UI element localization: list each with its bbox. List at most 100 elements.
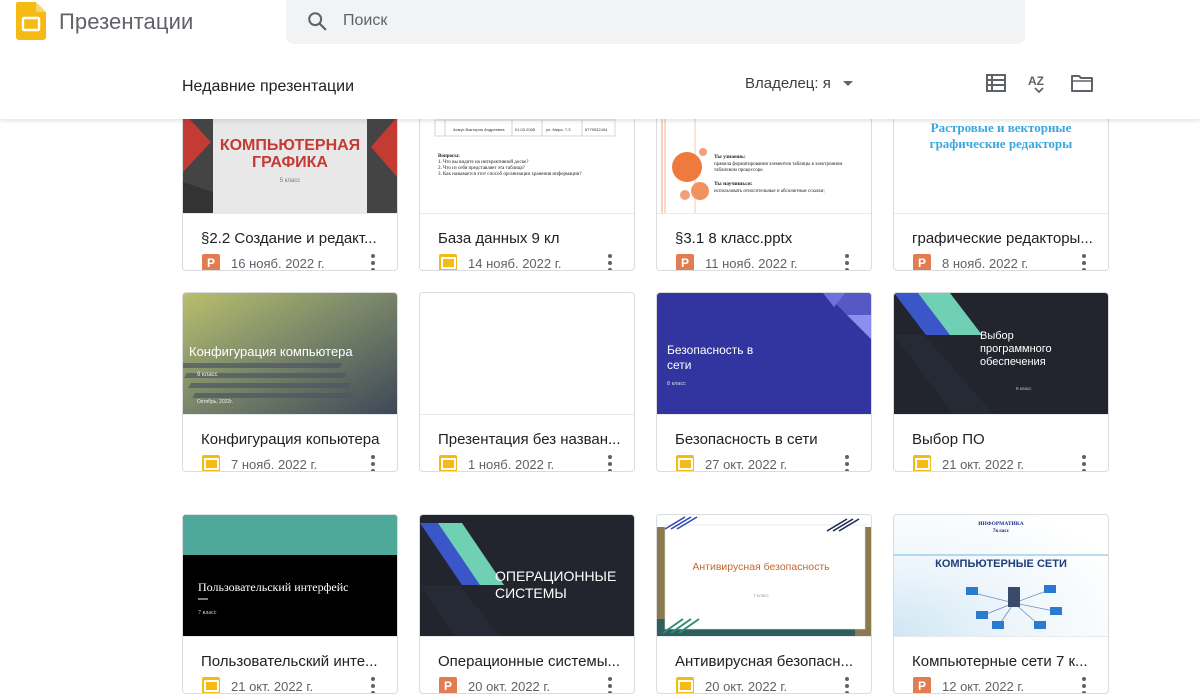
thumb-subtitle: 7 класс	[198, 610, 217, 616]
more-options-button[interactable]	[601, 453, 619, 471]
sort-icon-label: AZ	[1028, 74, 1044, 88]
sort-button[interactable]: AZ	[1026, 70, 1052, 96]
open-folder-button[interactable]	[1069, 70, 1095, 96]
toolbar: Недавние презентации Владелец: я AZ	[0, 44, 1200, 119]
thumb-subtitle: 9 класс	[1016, 386, 1032, 391]
app-title: Презентации	[59, 9, 194, 34]
thumb-text: Растровые и векторные	[931, 120, 1072, 135]
file-date: 20 окт. 2022 г.	[468, 678, 551, 694]
more-options-button[interactable]	[1075, 675, 1093, 693]
file-thumbnail: ОПЕРАЦИОННЫЕ СИСТЕМЫ	[420, 515, 634, 637]
thumb-date: Октябрь, 2022г.	[197, 399, 233, 405]
file-thumbnail: Конфигурация компьютера 9 класс Октябрь,…	[183, 293, 397, 415]
file-date: 16 нояб. 2022 г.	[231, 255, 325, 271]
slides-logo-icon[interactable]	[16, 2, 46, 40]
file-thumbnail: Безопасность в сети 8 класс	[657, 293, 871, 415]
file-name: Конфигурация копьютера	[201, 431, 380, 448]
section-title: Недавние презентации	[182, 78, 355, 95]
more-options-button[interactable]	[601, 675, 619, 693]
thumb-text: 3. Как называется этот способ организаци…	[438, 172, 582, 177]
file-name: графические редакторы...	[912, 230, 1093, 247]
file-card[interactable]: Антивирусная безопасность 7 класс Антиви…	[656, 514, 872, 694]
folder-icon	[1071, 75, 1093, 92]
pptx-file-icon: P	[676, 254, 694, 270]
more-options-button[interactable]	[1075, 252, 1093, 270]
file-date: 12 окт. 2022 г.	[942, 678, 1025, 694]
more-options-button[interactable]	[838, 675, 856, 693]
thumb-cell: ул. Мира, 7-3	[546, 127, 571, 132]
file-name: Антивирусная безопасн...	[675, 653, 854, 670]
file-card[interactable]: Безопасность в сети 8 класс Безопасность…	[656, 292, 872, 472]
thumb-subtitle: 9 класс	[197, 372, 218, 378]
search-input[interactable]	[343, 8, 943, 34]
pptx-file-icon: P	[913, 677, 931, 693]
file-date: 14 нояб. 2022 г.	[468, 255, 562, 271]
file-date: 8 нояб. 2022 г.	[942, 255, 1029, 271]
pptx-file-icon: P	[913, 254, 931, 270]
slides-file-icon	[676, 455, 694, 471]
thumb-subtitle: 7 класс	[753, 593, 769, 598]
file-date: 7 нояб. 2022 г.	[231, 456, 318, 472]
file-card[interactable]: ОПЕРАЦИОННЫЕ СИСТЕМЫ Операционные систем…	[419, 514, 635, 694]
file-meta: 20 окт. 2022 г.	[676, 677, 787, 693]
thumb-cell: Асмус Виктория Андреевна	[453, 127, 505, 132]
more-options-button[interactable]	[1075, 453, 1093, 471]
pptx-file-icon: P	[202, 254, 220, 270]
slides-file-icon	[202, 455, 220, 471]
slides-file-icon	[439, 254, 457, 270]
thumb-text: графические редакторы	[930, 136, 1073, 151]
thumb-text: 1. Что вы видите на интерактивной доске?	[438, 160, 529, 165]
thumb-text: ОПЕРАЦИОННЫЕ	[495, 568, 616, 584]
file-name: База данных 9 кл	[438, 230, 560, 247]
file-card[interactable]: Пользовательский интерфейс 7 класс Польз…	[182, 514, 398, 694]
list-view-icon	[986, 74, 1006, 92]
thumb-text: Вопросы:	[438, 154, 460, 159]
top-bar: Презентации	[0, 0, 1200, 44]
thumb-text: программного	[980, 343, 1052, 355]
file-meta: P 12 окт. 2022 г.	[913, 677, 1025, 694]
file-meta: 7 нояб. 2022 г.	[202, 455, 318, 472]
file-meta: P 20 окт. 2022 г.	[439, 677, 551, 694]
file-meta: 1 нояб. 2022 г.	[439, 455, 554, 471]
file-card[interactable]: Конфигурация компьютера 9 класс Октябрь,…	[182, 292, 398, 472]
thumb-text: правила форматирования элементов таблицы…	[714, 162, 843, 167]
thumb-text: табличном процессоре.	[714, 168, 764, 173]
thumb-text: СИСТЕМЫ	[495, 585, 567, 601]
thumb-subtitle: 5 класс	[280, 178, 301, 184]
file-card[interactable]: Выбор программного обеспечения 9 класс В…	[893, 292, 1109, 472]
more-options-button[interactable]	[364, 453, 382, 471]
more-options-button[interactable]	[364, 675, 382, 693]
file-card[interactable]: Презентация без назван... 1 нояб. 2022 г…	[419, 292, 635, 472]
owner-filter-dropdown[interactable]: Владелец: я	[745, 75, 853, 92]
more-options-button[interactable]	[601, 252, 619, 270]
thumb-cell: 01.03.2005	[515, 127, 536, 132]
caret-down-icon	[842, 81, 853, 86]
slides-file-icon	[202, 677, 220, 693]
file-thumbnail: Антивирусная безопасность 7 класс	[657, 515, 871, 637]
file-meta: P 11 нояб. 2022 г.	[676, 254, 798, 270]
file-meta: 14 нояб. 2022 г.	[439, 254, 562, 271]
file-card[interactable]: ИНФОРМАТИКА 7класс КОМПЬЮТЕРНЫЕ СЕТИ Ком…	[893, 514, 1109, 694]
file-date: 21 окт. 2022 г.	[231, 678, 314, 694]
slides-file-icon	[439, 455, 457, 471]
file-meta: 27 окт. 2022 г.	[676, 455, 787, 471]
pptx-file-icon: P	[439, 677, 457, 693]
more-options-button[interactable]	[838, 252, 856, 270]
owner-filter-label: Владелец: я	[745, 75, 831, 92]
search-icon[interactable]	[306, 10, 328, 32]
slides-file-icon	[676, 677, 694, 693]
file-thumbnail	[420, 293, 634, 415]
more-options-button[interactable]	[838, 453, 856, 471]
thumb-title: КОМПЬЮТЕРНЫЕ СЕТИ	[935, 558, 1067, 570]
thumb-cell: 8779532434	[585, 127, 608, 132]
thumb-text: Ты научишься:	[714, 181, 753, 187]
file-name: §2.2 Создание и редакт...	[201, 230, 377, 247]
list-view-button[interactable]	[983, 70, 1009, 96]
file-name: §3.1 8 класс.pptx	[675, 230, 793, 247]
thumb-title: Пользовательский интерфейс	[198, 580, 348, 594]
thumb-text: сети	[667, 358, 691, 372]
thumb-title-1: КОМПЬЮТЕРНАЯ	[220, 137, 360, 154]
slides-file-icon	[913, 455, 931, 471]
file-thumbnail: Пользовательский интерфейс 7 класс	[183, 515, 397, 637]
more-options-button[interactable]	[364, 252, 382, 270]
